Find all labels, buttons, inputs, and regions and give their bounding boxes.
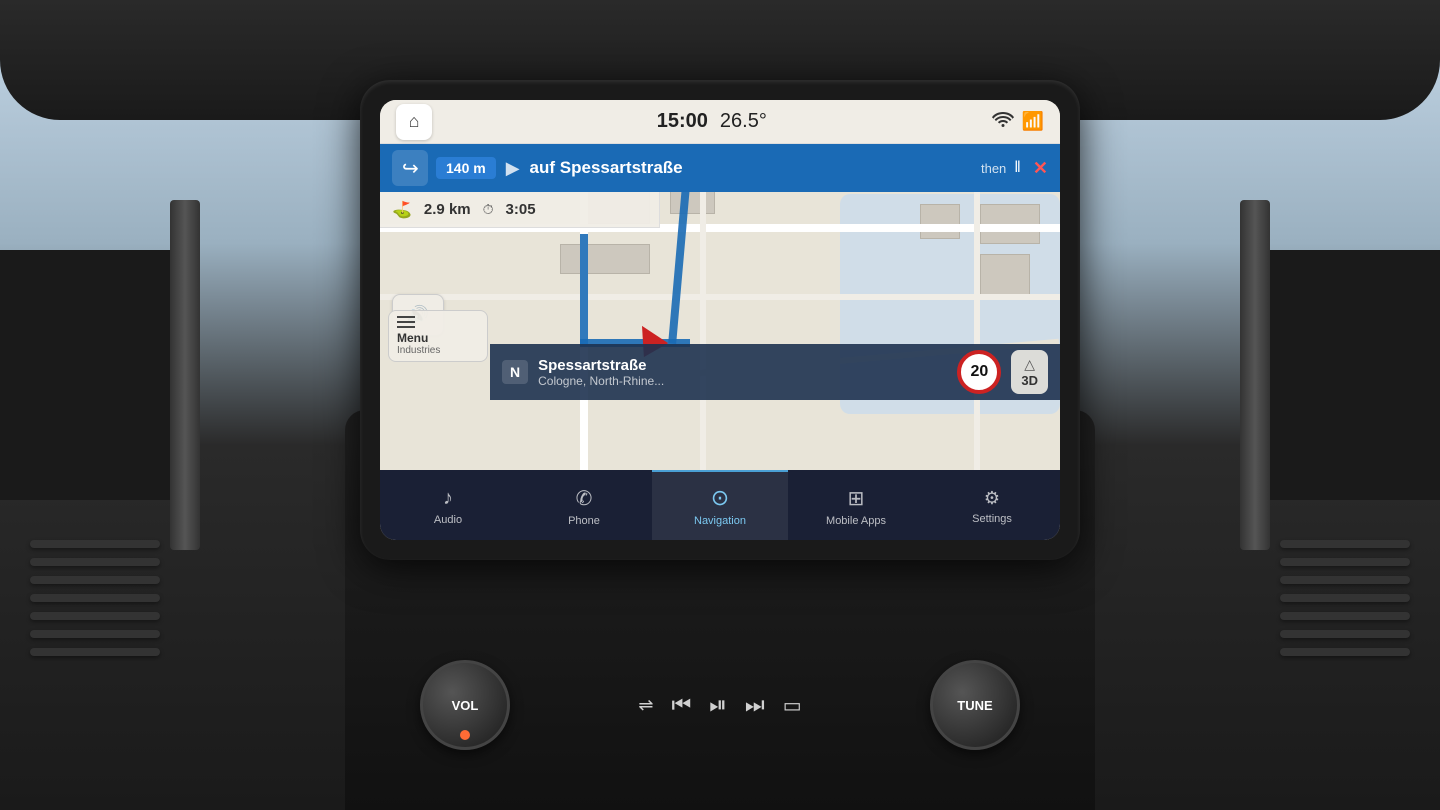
- menu-label: Menu: [397, 331, 428, 345]
- nav-item-mobile-apps[interactable]: ⊞ Mobile Apps: [788, 470, 924, 540]
- audio-label: Audio: [434, 514, 462, 526]
- nav-item-navigation[interactable]: ⊙ Navigation: [652, 470, 788, 540]
- navigation-icon: ⊙: [711, 485, 729, 511]
- eq-button[interactable]: ⇌: [638, 695, 653, 716]
- vent-slat: [30, 630, 160, 638]
- bluetooth-icon: 📶: [1022, 111, 1044, 132]
- 3d-label: 3D: [1021, 373, 1038, 388]
- play-pause-button[interactable]: ⏯: [709, 692, 727, 718]
- prev-track-button[interactable]: ⏮: [671, 692, 691, 718]
- status-center: 15:00 26.5°: [657, 110, 767, 133]
- vent-slat: [30, 576, 160, 584]
- home-icon: ⌂: [409, 111, 420, 132]
- close-nav-button[interactable]: ✕: [1033, 158, 1048, 179]
- eta-time: 3:05: [506, 201, 536, 218]
- menu-icon: [397, 316, 415, 328]
- vent-slat: [1280, 630, 1410, 638]
- map-building: [560, 244, 650, 274]
- vent-slat: [30, 558, 160, 566]
- then-label: then: [981, 161, 1006, 176]
- vent-slat: [30, 540, 160, 548]
- route-path: [580, 234, 588, 344]
- screen-button[interactable]: ▭: [783, 693, 802, 718]
- nav-instruction-bar: ↩ 140 m ▶ auf Spessartstraße then ‖ ✕: [380, 144, 1060, 192]
- instruction-street: auf Spessartstraße: [530, 158, 973, 178]
- bottom-nav-bar: ♪ Audio ✆ Phone ⊙ Navigation ⊞ Mobile Ap…: [380, 470, 1060, 540]
- nav-info-bar: ⛳ 2.9 km ⏱ 3:05: [380, 192, 660, 228]
- dashboard-frame: 🔊 Menu Industries N Spessarts: [0, 0, 1440, 810]
- current-street-city: Cologne, North-Rhine...: [538, 374, 947, 388]
- phone-label: Phone: [568, 515, 600, 527]
- status-bar: ⌂ 15:00 26.5° 📶: [380, 100, 1060, 144]
- media-controls: ⇌ ⏮ ⏯ ⏭ ▭: [530, 692, 910, 718]
- next-track-button[interactable]: ⏭: [745, 692, 765, 718]
- instruction-distance: 140 m: [436, 157, 496, 179]
- vent-slat: [30, 648, 160, 656]
- vent-slat: [1280, 612, 1410, 620]
- current-street-name: Spessartstraße: [538, 357, 947, 374]
- mobile-apps-icon: ⊞: [848, 486, 865, 511]
- phone-icon: ✆: [576, 486, 593, 511]
- vent-slat: [1280, 594, 1410, 602]
- map-bottom-info: N Spessartstraße Cologne, North-Rhine...…: [490, 344, 1060, 400]
- left-trim: [170, 200, 200, 550]
- status-icons: 📶: [992, 110, 1044, 133]
- total-distance: 2.9 km: [424, 201, 471, 218]
- nav-item-settings[interactable]: ⚙ Settings: [924, 470, 1060, 540]
- settings-icon: ⚙: [984, 488, 1000, 509]
- vol-label: VOL: [452, 698, 479, 713]
- speed-limit: 20: [957, 350, 1001, 394]
- volume-knob[interactable]: VOL: [420, 660, 510, 750]
- map-road: [380, 294, 1060, 300]
- compass: N: [502, 360, 528, 384]
- infotainment-screen: 🔊 Menu Industries N Spessarts: [380, 100, 1060, 540]
- wifi-icon: [992, 110, 1014, 133]
- vent-slat: [30, 612, 160, 620]
- left-vent-slats: [30, 540, 160, 720]
- screen-bezel: 🔊 Menu Industries N Spessarts: [360, 80, 1080, 560]
- 3d-view-button[interactable]: △ 3D: [1011, 350, 1048, 394]
- tune-label: TUNE: [957, 698, 992, 713]
- home-button[interactable]: ⌂: [396, 104, 432, 140]
- turn-icon: ↩: [392, 150, 428, 186]
- finish-icon: ⛳: [392, 200, 412, 220]
- next-turn-icon: ‖: [1014, 159, 1021, 177]
- status-temperature: 26.5°: [720, 110, 767, 133]
- navigation-label: Navigation: [694, 515, 746, 527]
- settings-label: Settings: [972, 513, 1012, 525]
- vent-slat: [30, 594, 160, 602]
- status-time: 15:00: [657, 110, 708, 133]
- audio-icon: ♪: [443, 487, 453, 510]
- vent-slat: [1280, 576, 1410, 584]
- map-building: [920, 204, 960, 239]
- map-road: [700, 144, 706, 470]
- menu-sublabel: Industries: [397, 345, 440, 356]
- right-vent-slats: [1280, 540, 1410, 720]
- map-road: [974, 144, 980, 470]
- vent-slat: [1280, 540, 1410, 548]
- right-vent: [1240, 250, 1440, 500]
- tune-knob[interactable]: TUNE: [930, 660, 1020, 750]
- nav-item-phone[interactable]: ✆ Phone: [516, 470, 652, 540]
- vent-slat: [1280, 648, 1410, 656]
- current-street-info: Spessartstraße Cologne, North-Rhine...: [538, 357, 947, 388]
- console-controls: VOL ⇌ ⏮ ⏯ ⏭ ▭ TUNE: [420, 660, 1020, 750]
- menu-button[interactable]: Menu Industries: [388, 310, 488, 362]
- map-building: [980, 254, 1030, 299]
- nav-item-audio[interactable]: ♪ Audio: [380, 470, 516, 540]
- mobile-apps-label: Mobile Apps: [826, 515, 886, 527]
- vent-slat: [1280, 558, 1410, 566]
- right-trim: [1240, 200, 1270, 550]
- clock-icon: ⏱: [483, 201, 494, 218]
- power-indicator: [460, 730, 470, 740]
